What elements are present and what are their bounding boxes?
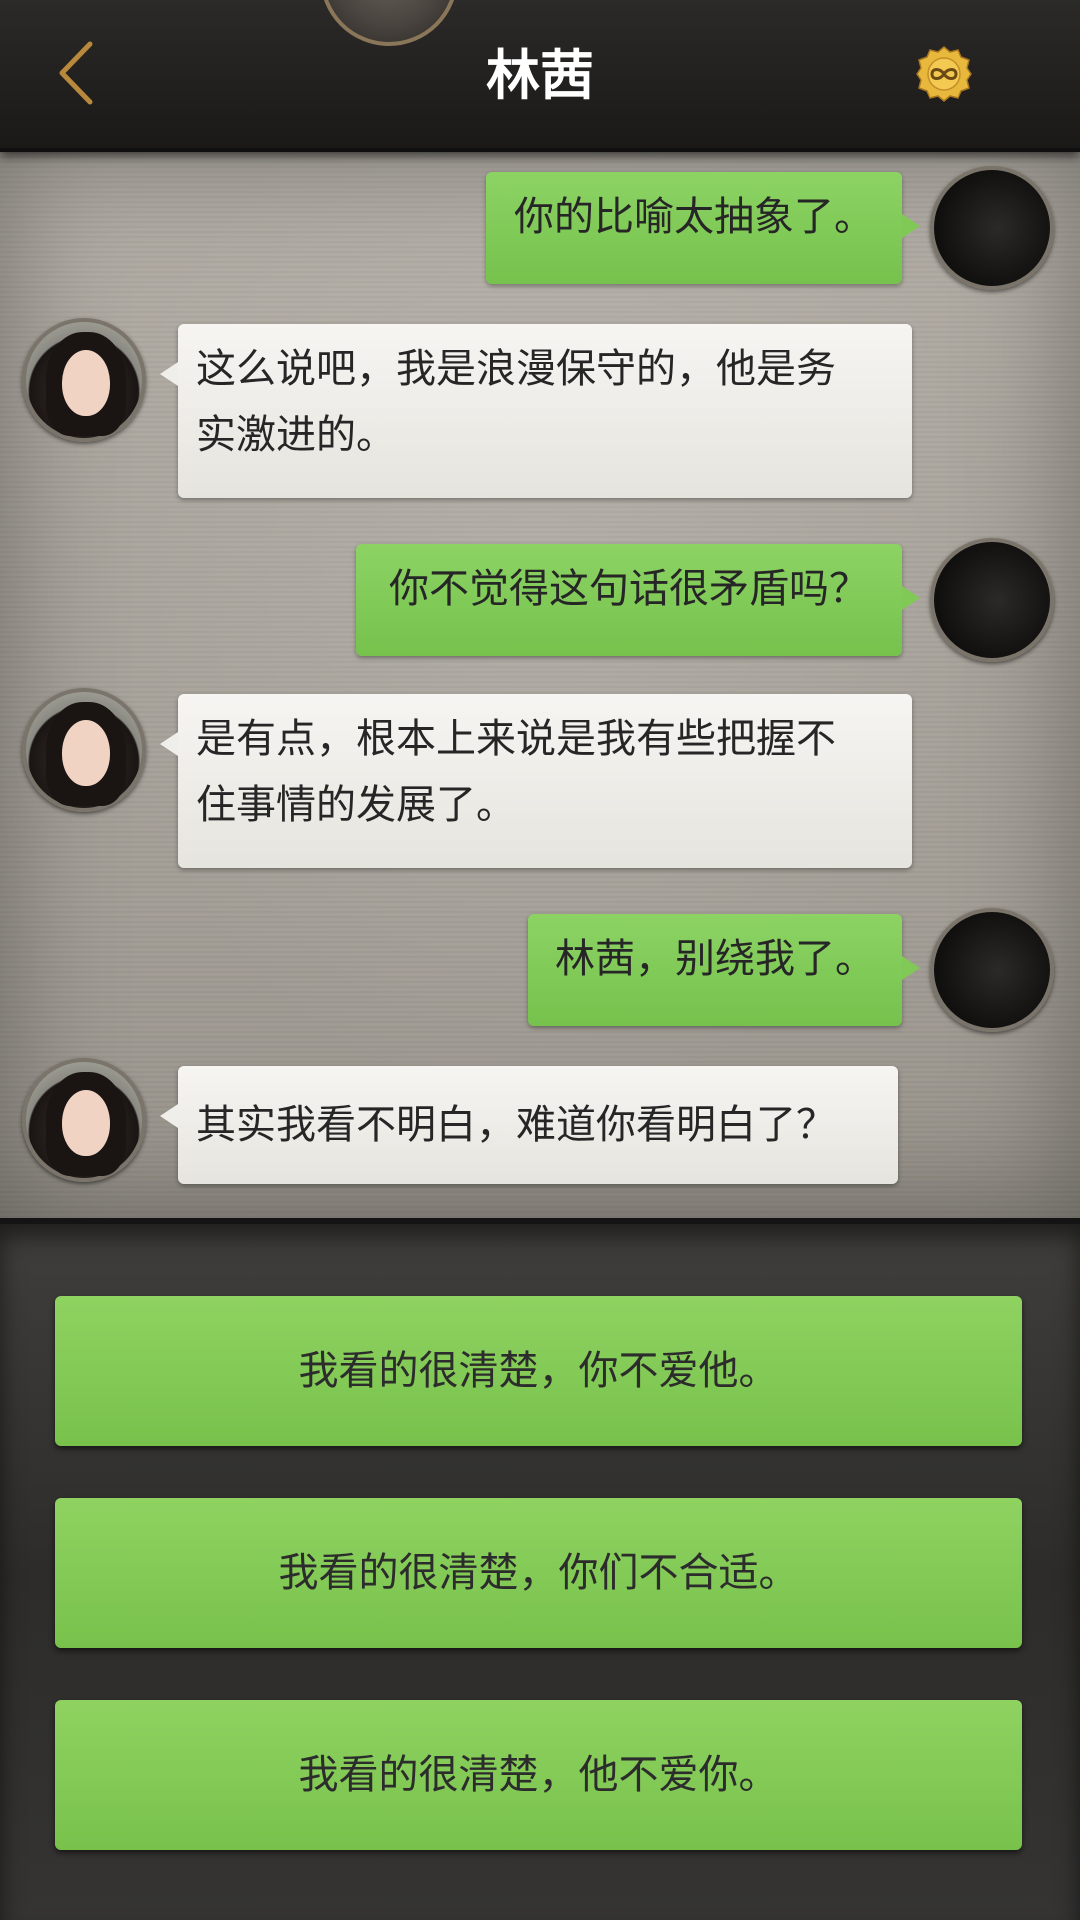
page-title: 林茜 xyxy=(486,43,594,107)
player-message-bubble: 你不觉得这句话很矛盾吗？ xyxy=(356,544,920,656)
player-avatar xyxy=(930,538,1054,662)
lin-qian-avatar xyxy=(22,1058,146,1182)
header-bar: 林茜 xyxy=(0,0,1080,152)
message-text: 其实我看不明白，难道你看明白了？ xyxy=(196,1102,836,1148)
npc-message-bubble: 其实我看不明白，难道你看明白了？ xyxy=(160,1066,898,1184)
message-text-line: 住事情的发展了。 xyxy=(196,782,516,828)
choice-panel: 我看的很清楚，你不爱他。 我看的很清楚，你们不合适。 我看的很清楚，他不爱你。 xyxy=(0,1218,1080,1920)
avatar-face xyxy=(62,350,110,416)
message-text: 你的比喻太抽象了。 xyxy=(514,194,874,240)
message-text: 你不觉得这句话很矛盾吗？ xyxy=(389,566,869,612)
player-avatar xyxy=(930,908,1054,1032)
choice-button-1[interactable]: 我看的很清楚，你不爱他。 xyxy=(55,1296,1022,1446)
avatar-face xyxy=(62,1090,110,1156)
lin-qian-avatar xyxy=(22,318,146,442)
chevron-left-icon xyxy=(59,41,93,105)
player-message-bubble: 林茜，别绕我了。 xyxy=(528,914,920,1026)
back-button[interactable] xyxy=(50,38,110,108)
choice-button-3[interactable]: 我看的很清楚，他不爱你。 xyxy=(55,1700,1022,1850)
infinity-coin-button[interactable] xyxy=(916,46,972,102)
npc-message-bubble: 这么说吧，我是浪漫保守的，他是务 实激进的。 xyxy=(160,324,912,498)
lin-qian-avatar xyxy=(22,688,146,812)
game-screen: 林茜 你的比喻太抽象了。 这么说吧，我是浪漫保守的，他是务 实激进的。 你不觉得… xyxy=(0,0,1080,1920)
npc-message-bubble: 是有点，根本上来说是我有些把握不 住事情的发展了。 xyxy=(160,694,912,868)
avatar-face xyxy=(62,720,110,786)
player-message-bubble: 你的比喻太抽象了。 xyxy=(486,172,920,284)
infinity-coin-icon xyxy=(916,46,972,102)
message-text: 林茜，别绕我了。 xyxy=(555,936,875,982)
message-text-line: 实激进的。 xyxy=(196,412,396,458)
message-text-line: 是有点，根本上来说是我有些把握不 xyxy=(196,716,836,762)
chat-area: 你的比喻太抽象了。 这么说吧，我是浪漫保守的，他是务 实激进的。 你不觉得这句话… xyxy=(0,148,1080,1218)
player-avatar xyxy=(930,166,1054,290)
message-text-line: 这么说吧，我是浪漫保守的，他是务 xyxy=(196,346,836,392)
choice-button-2[interactable]: 我看的很清楚，你们不合适。 xyxy=(55,1498,1022,1648)
